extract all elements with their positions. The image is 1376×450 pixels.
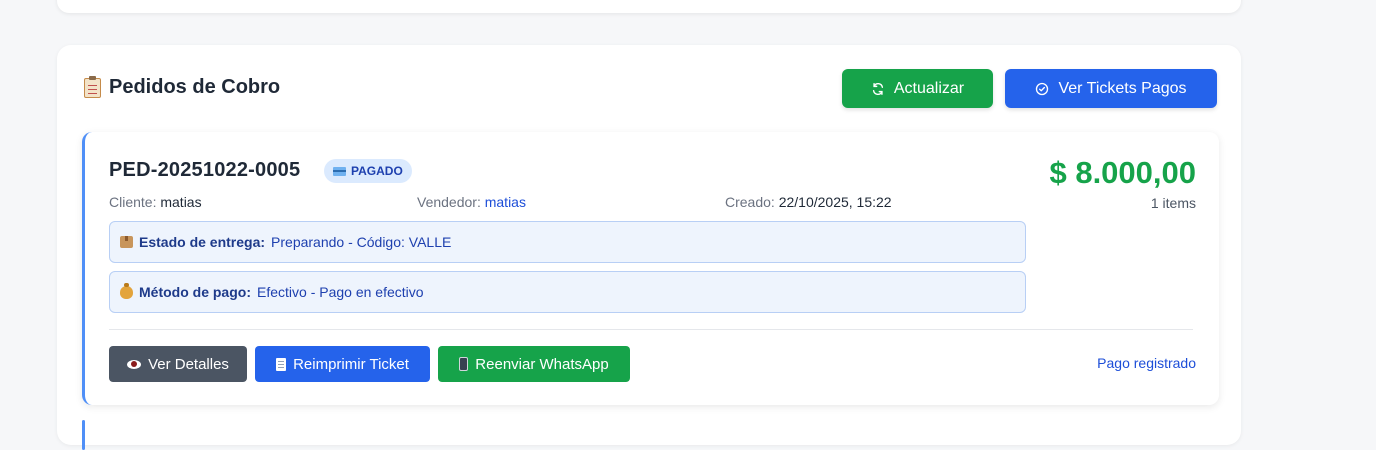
payment-registered-status: Pago registrado xyxy=(1097,355,1196,371)
delivery-label: Estado de entrega: xyxy=(139,234,266,250)
payment-method-box: Método de pago: Efectivo - Pago en efect… xyxy=(109,271,1026,313)
seller-label: Vendedor: xyxy=(417,194,481,210)
status-badge-text: PAGADO xyxy=(351,164,403,178)
panel-title: Pedidos de Cobro xyxy=(84,75,281,99)
view-details-button[interactable]: Ver Detalles xyxy=(109,346,247,382)
view-paid-tickets-label: Ver Tickets Pagos xyxy=(1058,79,1187,97)
refresh-icon xyxy=(872,82,883,95)
panel-title-text: Pedidos de Cobro xyxy=(109,76,281,98)
seller-info: Vendedor: matias xyxy=(417,194,526,210)
delivery-value: Preparando - Código: VALLE xyxy=(271,234,452,250)
payment-label: Método de pago: xyxy=(139,284,251,300)
reprint-ticket-button[interactable]: Reimprimir Ticket xyxy=(255,346,430,382)
order-card: PED-20251022-0005 PAGADO $ 8.000,00 1 it… xyxy=(82,132,1219,405)
client-name: matias xyxy=(160,194,202,210)
created-info: Creado: 22/10/2025, 15:22 xyxy=(725,194,892,210)
order-id: PED-20251022-0005 xyxy=(109,159,301,181)
view-details-label: Ver Detalles xyxy=(148,355,229,373)
clipboard-icon xyxy=(84,75,101,98)
money-bag-icon xyxy=(120,282,133,299)
status-badge: PAGADO xyxy=(324,159,412,183)
credit-card-icon xyxy=(333,166,346,176)
created-date: 22/10/2025, 15:22 xyxy=(778,194,892,210)
eye-icon xyxy=(127,359,142,369)
package-icon xyxy=(120,236,133,248)
order-amount: $ 8.000,00 xyxy=(1049,155,1196,190)
items-count: 1 items xyxy=(1150,195,1196,211)
mobile-phone-icon xyxy=(459,357,469,371)
created-label: Creado: xyxy=(725,194,775,210)
previous-section-card xyxy=(57,0,1241,13)
divider xyxy=(109,329,1193,330)
delivery-status-box: Estado de entrega: Preparando - Código: … xyxy=(109,221,1026,263)
client-label: Cliente: xyxy=(109,194,157,210)
collection-orders-panel: Pedidos de Cobro Actualizar Ver Tickets … xyxy=(57,45,1241,450)
payment-value: Efectivo - Pago en efectivo xyxy=(257,284,424,300)
reprint-ticket-label: Reimprimir Ticket xyxy=(293,355,409,373)
refresh-button[interactable]: Actualizar xyxy=(842,69,993,108)
check-circle-icon xyxy=(1036,82,1049,95)
client-info: Cliente: matias xyxy=(109,194,202,210)
receipt-icon xyxy=(276,357,287,371)
seller-name: matias xyxy=(484,194,526,210)
view-paid-tickets-button[interactable]: Ver Tickets Pagos xyxy=(1005,69,1217,108)
resend-whatsapp-label: Reenviar WhatsApp xyxy=(475,355,609,373)
next-order-card xyxy=(82,420,85,450)
refresh-button-label: Actualizar xyxy=(893,79,965,97)
resend-whatsapp-button[interactable]: Reenviar WhatsApp xyxy=(438,346,630,382)
